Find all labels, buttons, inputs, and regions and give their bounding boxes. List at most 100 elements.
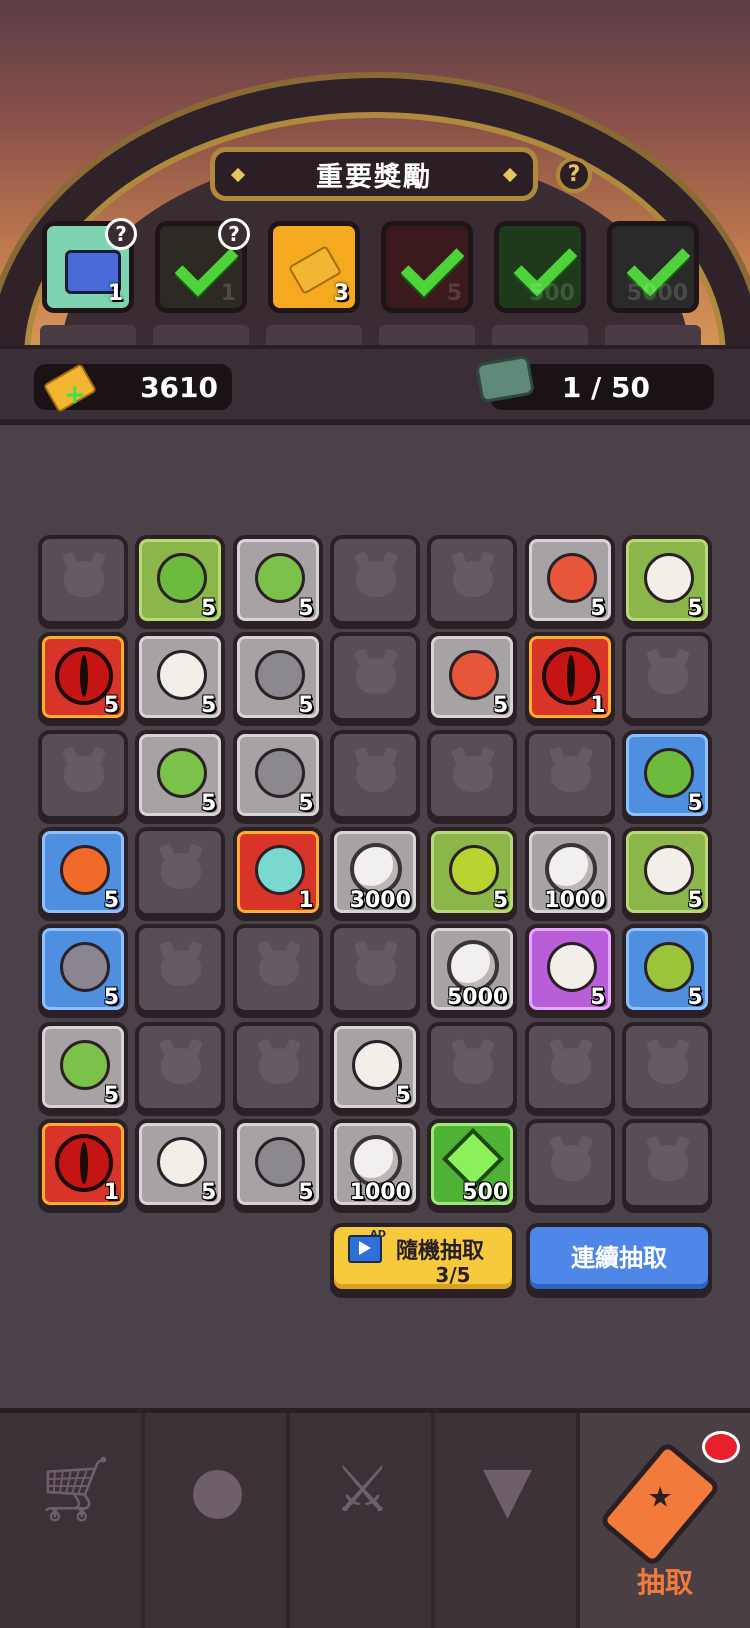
reward-card[interactable]: 5 [135,632,226,723]
reward-card[interactable]: 5000 [427,924,518,1015]
goblin-axe-icon [449,844,500,895]
tab-rank[interactable]: ▼ [435,1413,580,1628]
plus-icon: + [64,380,86,410]
goblin-small-icon [157,747,208,798]
reward-card[interactable]: 5 [135,535,226,625]
reward-card[interactable]: 1 [38,1118,128,1209]
help-button[interactable]: ? [556,157,592,193]
reward-card[interactable]: 5 [621,729,712,820]
milestone-help[interactable]: ? [218,218,250,250]
tab-shop[interactable]: 🛒︎ [0,1413,145,1628]
reward-card[interactable]: 5 [232,1118,323,1209]
milestone-claimed[interactable]: ? 1 [155,218,250,313]
card-count: 5 [200,693,217,719]
empty-slot [621,1021,712,1112]
empty-slot [38,535,128,625]
reward-card[interactable]: 5 [38,1021,128,1112]
milestone-count: 500 [529,281,575,306]
reward-card[interactable]: 5 [232,632,323,723]
draw-ticket-icon [598,1440,722,1568]
milestone-claimed[interactable]: 5000 [607,221,699,313]
monster-silhouette-icon [453,1047,494,1084]
resource-bar: + 3610 1 / 50 [0,345,750,425]
continuous-draw-button[interactable]: 連續抽取 [526,1223,712,1293]
monster-silhouette-icon [647,1047,688,1084]
monster-silhouette-icon [161,950,202,987]
egg-icon [546,553,597,603]
card-count: 1 [103,1179,119,1205]
reward-card[interactable]: 5 [524,924,615,1015]
card-count: 5 [395,1082,411,1108]
monster-silhouette-icon [355,950,396,987]
reward-card[interactable]: 1000 [329,1118,420,1209]
reward-card[interactable]: 5 [621,826,712,917]
tab-draw-label: 抽取 [636,1566,693,1599]
card-count: 5 [298,596,314,621]
monster-silhouette-icon [64,561,104,597]
page-title: 重要獎勵 [316,161,432,193]
reward-card[interactable]: 1000 [524,826,615,917]
monster-silhouette-icon [453,561,494,597]
ad-draw-button[interactable]: AD 隨機抽取 3/5 [330,1223,516,1293]
card-count: 5 [492,693,509,719]
reward-card[interactable]: 5 [232,729,323,820]
dragon-icon [60,844,110,895]
monster-silhouette-icon [647,658,688,695]
reward-card[interactable]: 3000 [329,826,420,917]
card-count: 1000 [349,1179,411,1205]
ticket-counter[interactable]: + 3610 [34,363,232,413]
tab-draw[interactable]: 抽取 [580,1413,750,1628]
milestone-count: 5 [446,281,462,306]
card-count: 5 [103,1082,119,1108]
cart-icon: 🛒︎ [35,1453,117,1527]
card-count: 5 [687,596,703,621]
monster-silhouette-icon [550,755,591,792]
milestone-count: 5000 [626,281,688,306]
diamond-icon [502,167,518,183]
empty-slot [524,1118,615,1209]
empty-slot [329,535,420,625]
reward-card[interactable]: 5 [621,924,712,1015]
tab-battle[interactable]: ⚔ [290,1413,435,1628]
card-count: 5 [298,790,314,816]
reward-card[interactable]: 5 [524,535,615,625]
monster-silhouette-icon [550,1144,591,1181]
reward-card[interactable]: 5 [329,1021,420,1112]
reward-card[interactable]: 5 [232,535,323,625]
reward-card[interactable]: 5 [427,826,518,917]
reward-card[interactable]: 1 [524,632,615,723]
reward-card[interactable]: 1 [232,826,323,917]
goblin-shaman-icon [643,747,694,798]
notification-dot [702,1431,740,1463]
milestone-chest[interactable]: ? 1 [42,218,137,313]
card-count: 1 [298,887,314,913]
reward-card[interactable]: 5 [135,1118,226,1209]
card-count: 5 [687,985,703,1011]
reward-card[interactable]: 5 [135,729,226,820]
milestone-claimed[interactable]: 5 [381,221,473,313]
skull-blade-icon [546,942,597,993]
tab-monsters[interactable]: ● [145,1413,290,1628]
reward-card[interactable]: 5 [427,632,518,723]
empty-slot [329,924,420,1015]
skull-icon [157,650,208,701]
card-count: 5 [687,790,703,816]
milestone-claimed[interactable]: 500 [494,221,586,313]
milestone-ticket[interactable]: 3 [268,221,360,313]
milestone-help[interactable]: ? [105,218,137,250]
card-count: 5 [103,887,119,913]
reward-card[interactable]: 500 [427,1118,518,1209]
card-count: 5 [590,985,606,1011]
reward-card[interactable]: 5 [38,924,128,1015]
card-count: 5 [200,790,217,816]
monster-silhouette-icon [258,950,299,987]
empty-slot [427,729,518,820]
empty-slot [232,1021,323,1112]
skull-warrior-icon [643,553,694,603]
card-count: 500 [462,1179,509,1205]
reward-card[interactable]: 5 [38,826,128,917]
card-count: 3000 [349,887,411,913]
reward-card[interactable]: 5 [38,632,128,723]
reward-card[interactable]: 5 [621,535,712,625]
monster-silhouette-icon [161,1047,202,1084]
